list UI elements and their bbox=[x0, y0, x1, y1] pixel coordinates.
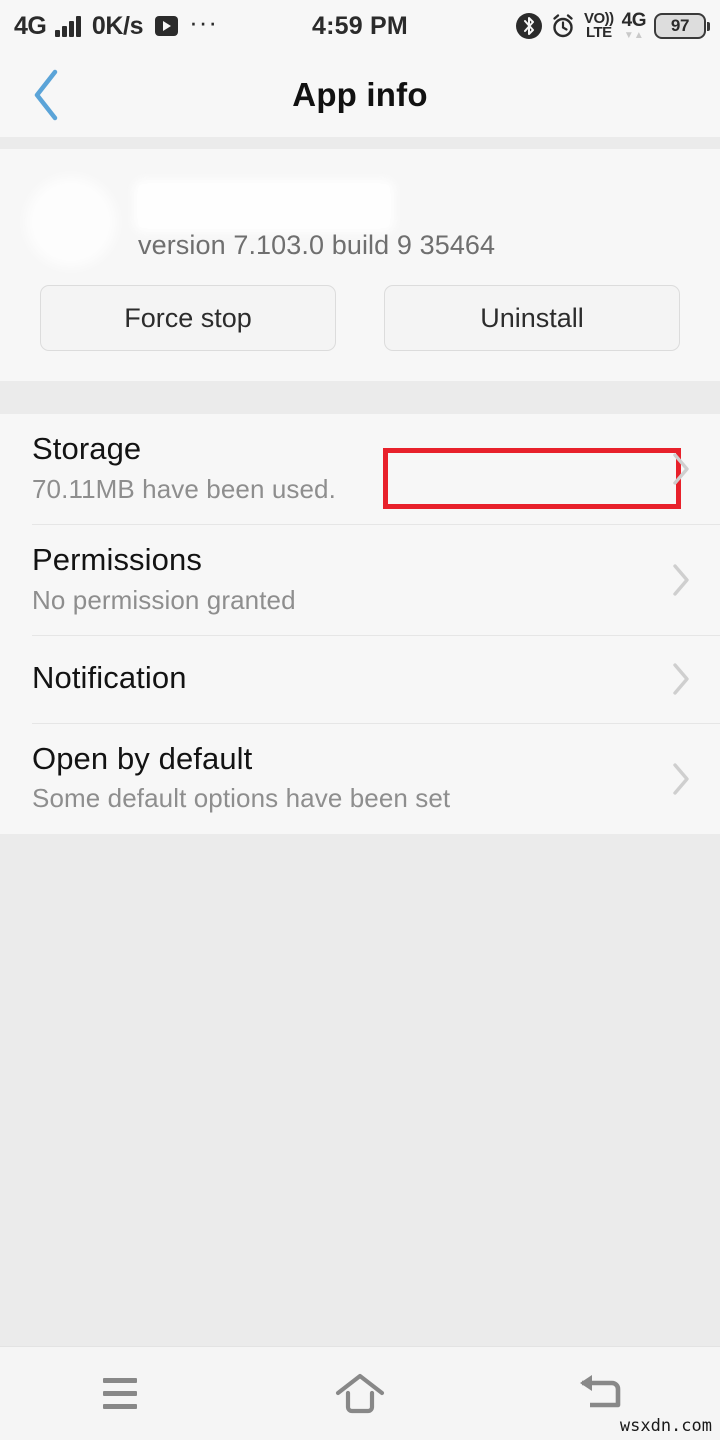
list-item-title: Storage bbox=[32, 431, 142, 466]
watermark: wsxdn.com bbox=[619, 1416, 712, 1436]
chevron-right-icon bbox=[642, 757, 720, 801]
list-item-subtitle: Some default options have been set bbox=[32, 783, 451, 814]
chevron-right-icon bbox=[642, 558, 720, 602]
page-title: App info bbox=[292, 75, 428, 113]
home-icon bbox=[335, 1373, 385, 1413]
battery-icon: 97 bbox=[654, 13, 710, 39]
list-item-title: Permissions bbox=[32, 542, 202, 578]
list-item-open-by-default[interactable]: Open by default Some default options hav… bbox=[32, 722, 720, 834]
force-stop-button[interactable]: Force stop bbox=[40, 285, 336, 351]
app-action-buttons: Force stop Uninstall bbox=[0, 285, 720, 351]
status-bar: 4G 0K/s ··· 4:59 PM VO)) LTE 4G ▼▲ 97 bbox=[0, 0, 720, 52]
list-item-text: Open by default Some default options hav… bbox=[32, 724, 642, 834]
back-button[interactable] bbox=[0, 52, 92, 137]
play-icon bbox=[155, 16, 179, 36]
nav-menu-button[interactable] bbox=[0, 1347, 240, 1440]
app-meta: version 7.103.0 build 9 35464 bbox=[138, 176, 495, 268]
volte-line-2: LTE bbox=[585, 24, 612, 41]
section-divider-top bbox=[0, 137, 720, 149]
list-item-subtitle: No permission granted bbox=[32, 584, 296, 615]
bluetooth-icon bbox=[515, 13, 542, 39]
empty-space bbox=[0, 833, 720, 1346]
app-summary-card: version 7.103.0 build 9 35464 Force stop… bbox=[0, 149, 720, 509]
section-divider-mid bbox=[0, 381, 720, 414]
app-icon bbox=[32, 183, 110, 261]
list-item-subtitle: 70.11MB have been used. bbox=[32, 473, 336, 504]
data-speed-label: 0K/s bbox=[91, 11, 144, 40]
menu-icon bbox=[103, 1378, 137, 1409]
list-item-storage[interactable]: Storage 70.11MB have been used. bbox=[32, 414, 720, 524]
volte-icon: VO)) LTE bbox=[584, 11, 614, 41]
alarm-clock-icon bbox=[550, 13, 576, 39]
app-bar: App info bbox=[0, 52, 720, 137]
list-item-notification[interactable]: Notification bbox=[32, 635, 720, 723]
phone-screen: 4G 0K/s ··· 4:59 PM VO)) LTE 4G ▼▲ 97 Ap… bbox=[0, 0, 720, 1440]
uninstall-button[interactable]: Uninstall bbox=[384, 285, 680, 351]
ellipsis-icon: ··· bbox=[189, 6, 219, 37]
back-chevron-icon bbox=[34, 69, 58, 120]
signal-bars-icon bbox=[55, 15, 81, 37]
mobile-data-label: 4G bbox=[621, 10, 647, 31]
list-item-title: Open by default bbox=[32, 740, 253, 776]
app-settings-list: Storage 70.11MB have been used. Permissi… bbox=[0, 414, 720, 834]
list-item-title: Notification bbox=[32, 660, 187, 696]
chevron-right-icon bbox=[642, 657, 720, 701]
app-name bbox=[138, 183, 390, 228]
data-arrows-icon: ▼▲ bbox=[623, 30, 644, 41]
app-version-label: version 7.103.0 build 9 35464 bbox=[138, 229, 496, 260]
mobile-data-indicator: 4G ▼▲ bbox=[621, 10, 647, 41]
app-identity: version 7.103.0 build 9 35464 bbox=[0, 149, 720, 271]
nav-home-button[interactable] bbox=[240, 1347, 480, 1440]
battery-level-label: 97 bbox=[670, 16, 690, 35]
status-bar-right: VO)) LTE 4G ▼▲ 97 bbox=[515, 10, 710, 41]
list-item-text: Storage 70.11MB have been used. bbox=[32, 414, 642, 524]
list-item-text: Notification bbox=[32, 636, 642, 723]
chevron-right-icon bbox=[642, 447, 720, 491]
back-arrow-icon bbox=[580, 1374, 621, 1407]
status-bar-left: 4G 0K/s ··· bbox=[14, 6, 219, 40]
network-type-label: 4G bbox=[14, 11, 47, 40]
list-item-text: Permissions No permission granted bbox=[32, 525, 642, 635]
navigation-bar: wsxdn.com bbox=[0, 1346, 720, 1440]
list-item-permissions[interactable]: Permissions No permission granted bbox=[32, 524, 720, 635]
